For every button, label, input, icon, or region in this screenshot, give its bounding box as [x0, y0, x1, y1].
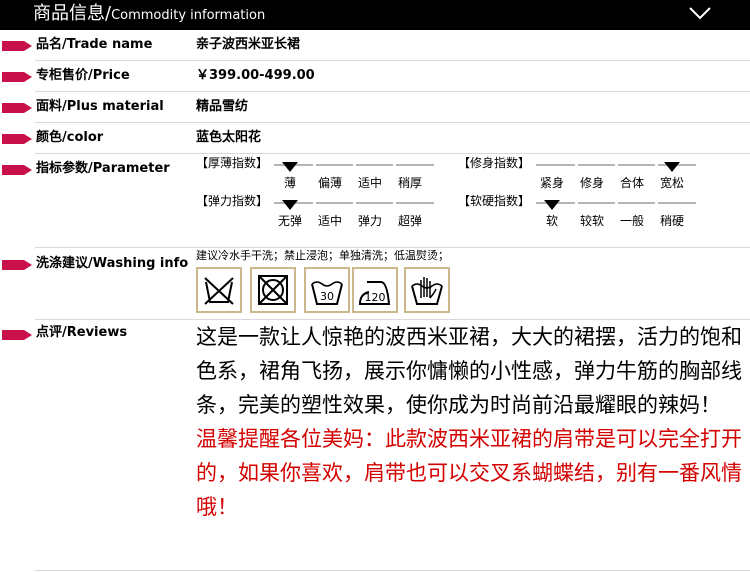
gauge-divider [655, 163, 658, 167]
gauge-softness: 【软硬指数】 软 较软 一般 稍硬 [458, 194, 708, 234]
gauge-divider [393, 163, 396, 167]
row-marker-icon [2, 165, 32, 175]
iron-120-icon: 120 [352, 267, 398, 313]
row-washing: 洗涤建议/Washing info 建议冷水手干洗；禁止浸泡；单独清洗；低温熨烫… [0, 248, 750, 320]
gauge-divider [575, 201, 578, 205]
row-marker-icon [2, 330, 32, 340]
row-material: 面料/Plus material 精品雪纺 [0, 92, 750, 123]
row-label: 品名/Trade name [36, 37, 153, 52]
gauge-option-label: 修身 [579, 176, 604, 190]
row-marker-icon [2, 41, 32, 51]
washing-text: 建议冷水手干洗；禁止浸泡；单独清洗；低温熨烫； [196, 249, 449, 262]
gauge-option-label: 偏薄 [317, 176, 342, 190]
gauge-divider [353, 201, 356, 205]
row-label: 指标参数/Parameter [36, 161, 170, 176]
gauge-pointer-icon [664, 162, 680, 172]
iron-temp-label: 120 [365, 291, 386, 304]
row-marker-icon [2, 103, 32, 113]
gauge-option-label: 稍硬 [659, 214, 684, 228]
gauge-option-label: 超弹 [397, 214, 422, 228]
gauge-divider [615, 201, 618, 205]
wash-30-icon: 30 [304, 267, 350, 313]
row-marker-icon [2, 260, 32, 270]
gauge-pointer-icon [544, 200, 560, 210]
gauge-option-label: 适中 [317, 214, 342, 228]
gauge-option-label: 宽松 [659, 176, 684, 190]
row-value: 蓝色太阳花 [196, 130, 262, 145]
row-value: ￥399.00-499.00 [196, 68, 315, 83]
row-label: 专柜售价/Price [36, 68, 130, 83]
row-reviews: 点评/Reviews 这是一款让人惊艳的波西米亚裙，大大的裙摆，活力的饱和色系，… [0, 320, 750, 572]
gauge-title: 【厚薄指数】 [196, 156, 269, 170]
row-label: 颜色/color [36, 130, 104, 145]
section-title-zh: 商品信息/ [33, 3, 112, 24]
gauge-option-label: 合体 [619, 176, 644, 190]
gauge-option-label: 紧身 [539, 176, 564, 190]
review-paragraph: 这是一款让人惊艳的波西米亚裙，大大的裙摆，活力的饱和色系，裙角飞扬，展示你慵懒的… [196, 325, 742, 417]
gauge-option-label: 稍厚 [397, 176, 422, 190]
row-marker-icon [2, 134, 32, 144]
gauge-pointer-icon [282, 162, 298, 172]
gauge-divider [575, 163, 578, 167]
gauge-option-label: 软 [545, 214, 558, 228]
row-value: 精品雪纺 [196, 99, 249, 114]
section-header: 商品信息/Commodity information [0, 0, 750, 30]
gauge-divider [313, 201, 316, 205]
wash-temp-label: 30 [320, 290, 334, 303]
gauge-fit: 【修身指数】 紧身 修身 合体 宽松 [458, 156, 708, 196]
row-marker-icon [2, 72, 32, 82]
gauge-title: 【弹力指数】 [196, 194, 269, 208]
hand-wash-icon [404, 267, 450, 313]
gauge-option-label: 薄 [283, 176, 296, 190]
gauge-divider [313, 163, 316, 167]
gauge-divider [393, 201, 396, 205]
gauge-option-label: 一般 [619, 214, 644, 228]
row-label: 洗涤建议/Washing info [36, 256, 189, 271]
section-title-en: Commodity information [111, 8, 266, 23]
gauge-option-label: 无弹 [277, 214, 302, 228]
row-price: 专柜售价/Price ￥399.00-499.00 [0, 61, 750, 92]
gauge-title: 【修身指数】 [458, 156, 531, 170]
gauge-thickness: 【厚薄指数】 薄 偏薄 适中 稍厚 [196, 156, 446, 196]
row-value: 亲子波西米亚长裙 [196, 37, 301, 52]
row-parameter: 指标参数/Parameter 【厚薄指数】 薄偏薄 适中 稍厚 【修身指数】 紧身修… [0, 154, 750, 248]
row-label: 面料/Plus material [36, 99, 164, 114]
gauge-divider [615, 163, 618, 167]
gauge-divider [353, 163, 356, 167]
gauge-divider [655, 201, 658, 205]
row-divider [35, 570, 750, 571]
gauge-elasticity: 【弹力指数】 无弹 适中 弹力 超弹 [196, 194, 446, 234]
review-text: 这是一款让人惊艳的波西米亚裙，大大的裙摆，活力的饱和色系，裙角飞扬，展示你慵懒的… [196, 320, 748, 524]
review-reminder: 温馨提醒各位美妈：此款波西米亚裙的肩带是可以完全打开的，如果你喜欢，肩带也可以交… [196, 427, 742, 519]
gauge-option-label: 弹力 [357, 214, 382, 228]
gauge-option-label: 较软 [579, 214, 604, 228]
chevron-down-icon[interactable] [688, 5, 712, 21]
no-wash-icon [196, 267, 242, 313]
row-color: 颜色/color 蓝色太阳花 [0, 123, 750, 154]
gauge-title: 【软硬指数】 [458, 194, 531, 208]
section-title: 商品信息/Commodity information [33, 2, 265, 28]
gauge-pointer-icon [282, 200, 298, 210]
row-label: 点评/Reviews [36, 325, 128, 340]
row-trade-name: 品名/Trade name 亲子波西米亚长裙 [0, 30, 750, 61]
no-tumble-dry-icon [250, 267, 296, 313]
gauge-option-label: 适中 [357, 176, 382, 190]
